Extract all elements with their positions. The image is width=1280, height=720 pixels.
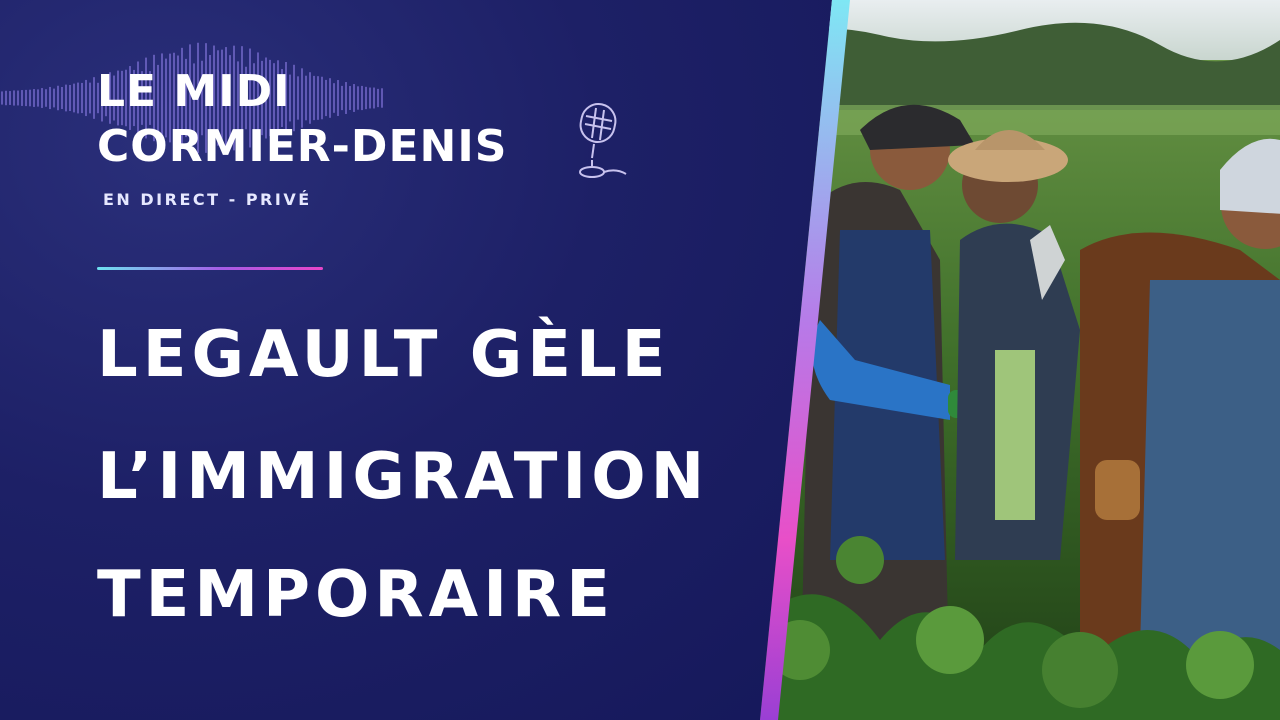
- headline-line2: L’IMMIGRATION: [97, 440, 710, 514]
- show-title-line1: LE MIDI: [97, 66, 291, 117]
- microphone-icon: [579, 103, 627, 178]
- show-title-line2: CORMIER-DENIS: [97, 121, 508, 172]
- headline-line1: LEGAULT GÈLE: [97, 318, 671, 392]
- workers-field-photo: [760, 0, 1280, 720]
- live-tagline: EN DIRECT - PRIVÉ: [103, 190, 312, 209]
- headline-line3: TEMPORAIRE: [97, 558, 615, 632]
- gradient-divider: [97, 267, 323, 270]
